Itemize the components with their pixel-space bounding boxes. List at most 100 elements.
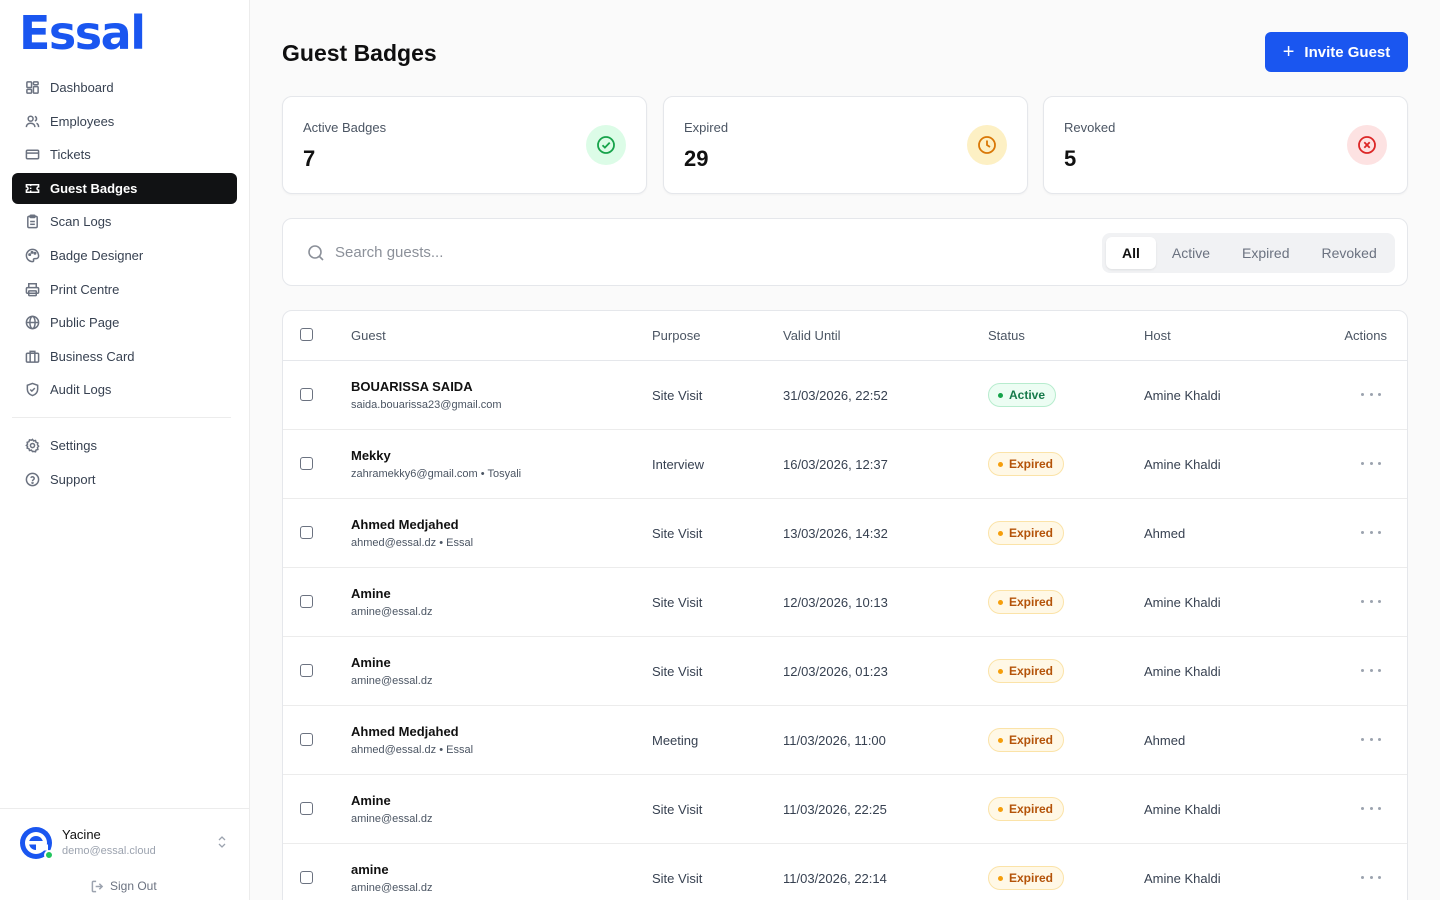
filter-tab-active[interactable]: Active <box>1156 237 1226 269</box>
online-status-dot <box>44 850 54 860</box>
guest-contact: amine@essal.dz <box>351 882 433 894</box>
status-dot <box>998 875 1003 881</box>
search-input[interactable] <box>335 237 1035 267</box>
status-label: Expired <box>1009 802 1054 816</box>
guest-contact: ahmed@essal.dz • Essal <box>351 537 474 549</box>
sign-out-label: Sign Out <box>110 879 157 893</box>
dashboard-icon <box>24 80 40 96</box>
select-all-checkbox[interactable] <box>300 328 313 341</box>
purpose-cell: Site Visit <box>652 664 703 679</box>
table-row[interactable]: Amine amine@essal.dz Site Visit 12/03/2026,… <box>283 637 1407 706</box>
more-actions-icon[interactable] <box>1361 456 1381 470</box>
sidebar-item-guest-badges[interactable]: Guest Badges <box>12 172 237 204</box>
sidebar-item-support[interactable]: Support <box>12 464 237 495</box>
status-dot <box>998 530 1003 536</box>
guest-name: Amine <box>351 655 391 670</box>
sidebar-item-label: Audit Logs <box>50 382 112 398</box>
status-dot <box>998 806 1003 812</box>
log-out-icon <box>91 880 104 892</box>
sidebar-divider <box>12 417 231 419</box>
brand-logo[interactable]: Essal <box>19 6 146 60</box>
row-checkbox[interactable] <box>300 595 313 608</box>
host-cell: Amine Khaldi <box>1144 664 1221 679</box>
row-checkbox[interactable] <box>300 388 313 401</box>
purpose-cell: Interview <box>652 457 705 472</box>
guest-name: Amine <box>351 586 391 601</box>
x-circle-icon <box>1347 125 1387 165</box>
column-header-purpose[interactable]: Purpose <box>652 328 700 343</box>
filter-bar: All Active Expired Revoked <box>282 218 1408 286</box>
table-row[interactable]: amine amine@essal.dz Site Visit 11/03/2026,… <box>283 844 1407 900</box>
table-row[interactable]: BOUARISSA SAIDA saida.bouarissa23@gmail.c… <box>283 361 1407 430</box>
table-row[interactable]: Ahmed Medjahed ahmed@essal.dz • Essal Meet… <box>283 706 1407 775</box>
row-checkbox[interactable] <box>300 733 313 746</box>
status-dot <box>998 737 1003 743</box>
sidebar-item-badge-designer[interactable]: Badge Designer <box>12 240 237 271</box>
status-label: Expired <box>1009 664 1054 678</box>
status-label: Expired <box>1009 733 1054 747</box>
chevrons-up-down-icon[interactable] <box>216 835 228 849</box>
host-cell: Amine Khaldi <box>1144 802 1221 817</box>
sidebar-item-business-card[interactable]: Business Card <box>12 341 237 372</box>
more-actions-icon[interactable] <box>1361 594 1381 608</box>
host-cell: Amine Khaldi <box>1144 388 1221 403</box>
sidebar: Essal Dashboard Employees Tickets Guest … <box>0 0 250 900</box>
more-actions-icon[interactable] <box>1361 870 1381 884</box>
more-actions-icon[interactable] <box>1361 801 1381 815</box>
purpose-cell: Meeting <box>652 733 699 748</box>
status-badge: Expired <box>988 659 1065 683</box>
filter-tab-all[interactable]: All <box>1106 237 1156 269</box>
sidebar-item-settings[interactable]: Settings <box>12 430 237 461</box>
sign-out-button[interactable]: Sign Out <box>91 879 157 893</box>
status-badge: Expired <box>988 797 1065 821</box>
user-name: Yacine <box>62 827 101 842</box>
printer-icon <box>24 281 40 297</box>
more-actions-icon[interactable] <box>1361 663 1381 677</box>
row-checkbox[interactable] <box>300 526 313 539</box>
briefcase-icon <box>24 348 40 364</box>
column-header-valid-until[interactable]: Valid Until <box>783 328 841 343</box>
sidebar-item-scan-logs[interactable]: Scan Logs <box>12 206 237 237</box>
row-checkbox[interactable] <box>300 802 313 815</box>
status-label: Active <box>1009 388 1046 402</box>
table-row[interactable]: Amine amine@essal.dz Site Visit 11/03/2026,… <box>283 775 1407 844</box>
guest-contact: amine@essal.dz <box>351 675 433 687</box>
help-circle-icon <box>24 471 40 487</box>
sidebar-item-print-centre[interactable]: Print Centre <box>12 274 237 305</box>
sidebar-item-audit-logs[interactable]: Audit Logs <box>12 374 237 405</box>
sidebar-item-employees[interactable]: Employees <box>12 106 237 137</box>
sidebar-item-public-page[interactable]: Public Page <box>12 307 237 338</box>
column-header-guest[interactable]: Guest <box>351 328 386 343</box>
more-actions-icon[interactable] <box>1361 732 1381 746</box>
status-badge: Expired <box>988 866 1065 890</box>
purpose-cell: Site Visit <box>652 871 703 886</box>
host-cell: Amine Khaldi <box>1144 457 1221 472</box>
gear-icon <box>24 438 40 454</box>
column-header-status[interactable]: Status <box>988 328 1025 343</box>
user-profile[interactable]: Yacine demo@essal.cloud Sign Out <box>0 808 249 900</box>
sidebar-item-label: Support <box>50 471 96 487</box>
badge-icon <box>24 180 40 196</box>
valid-until-cell: 12/03/2026, 10:13 <box>783 595 888 610</box>
column-header-host[interactable]: Host <box>1144 328 1171 343</box>
row-checkbox[interactable] <box>300 457 313 470</box>
sidebar-item-dashboard[interactable]: Dashboard <box>12 72 237 103</box>
more-actions-icon[interactable] <box>1361 525 1381 539</box>
table-row[interactable]: Mekky zahramekky6@gmail.com • Tosyali Inte… <box>283 430 1407 499</box>
filter-tab-expired[interactable]: Expired <box>1226 237 1305 269</box>
row-checkbox[interactable] <box>300 871 313 884</box>
sidebar-item-label: Badge Designer <box>50 247 144 263</box>
sidebar-item-label: Guest Badges <box>50 180 138 196</box>
status-label: Expired <box>1009 871 1054 885</box>
purpose-cell: Site Visit <box>652 595 703 610</box>
row-checkbox[interactable] <box>300 664 313 677</box>
table-row[interactable]: Amine amine@essal.dz Site Visit 12/03/2026,… <box>283 568 1407 637</box>
table-row[interactable]: Ahmed Medjahed ahmed@essal.dz • Essal Site… <box>283 499 1407 568</box>
status-badge: Active <box>988 383 1057 407</box>
invite-guest-button[interactable]: + Invite Guest <box>1265 32 1408 72</box>
sidebar-item-tickets[interactable]: Tickets <box>12 139 237 170</box>
status-badge: Expired <box>988 590 1065 614</box>
filter-tab-revoked[interactable]: Revoked <box>1305 237 1392 269</box>
globe-icon <box>24 315 40 331</box>
more-actions-icon[interactable] <box>1361 387 1381 401</box>
